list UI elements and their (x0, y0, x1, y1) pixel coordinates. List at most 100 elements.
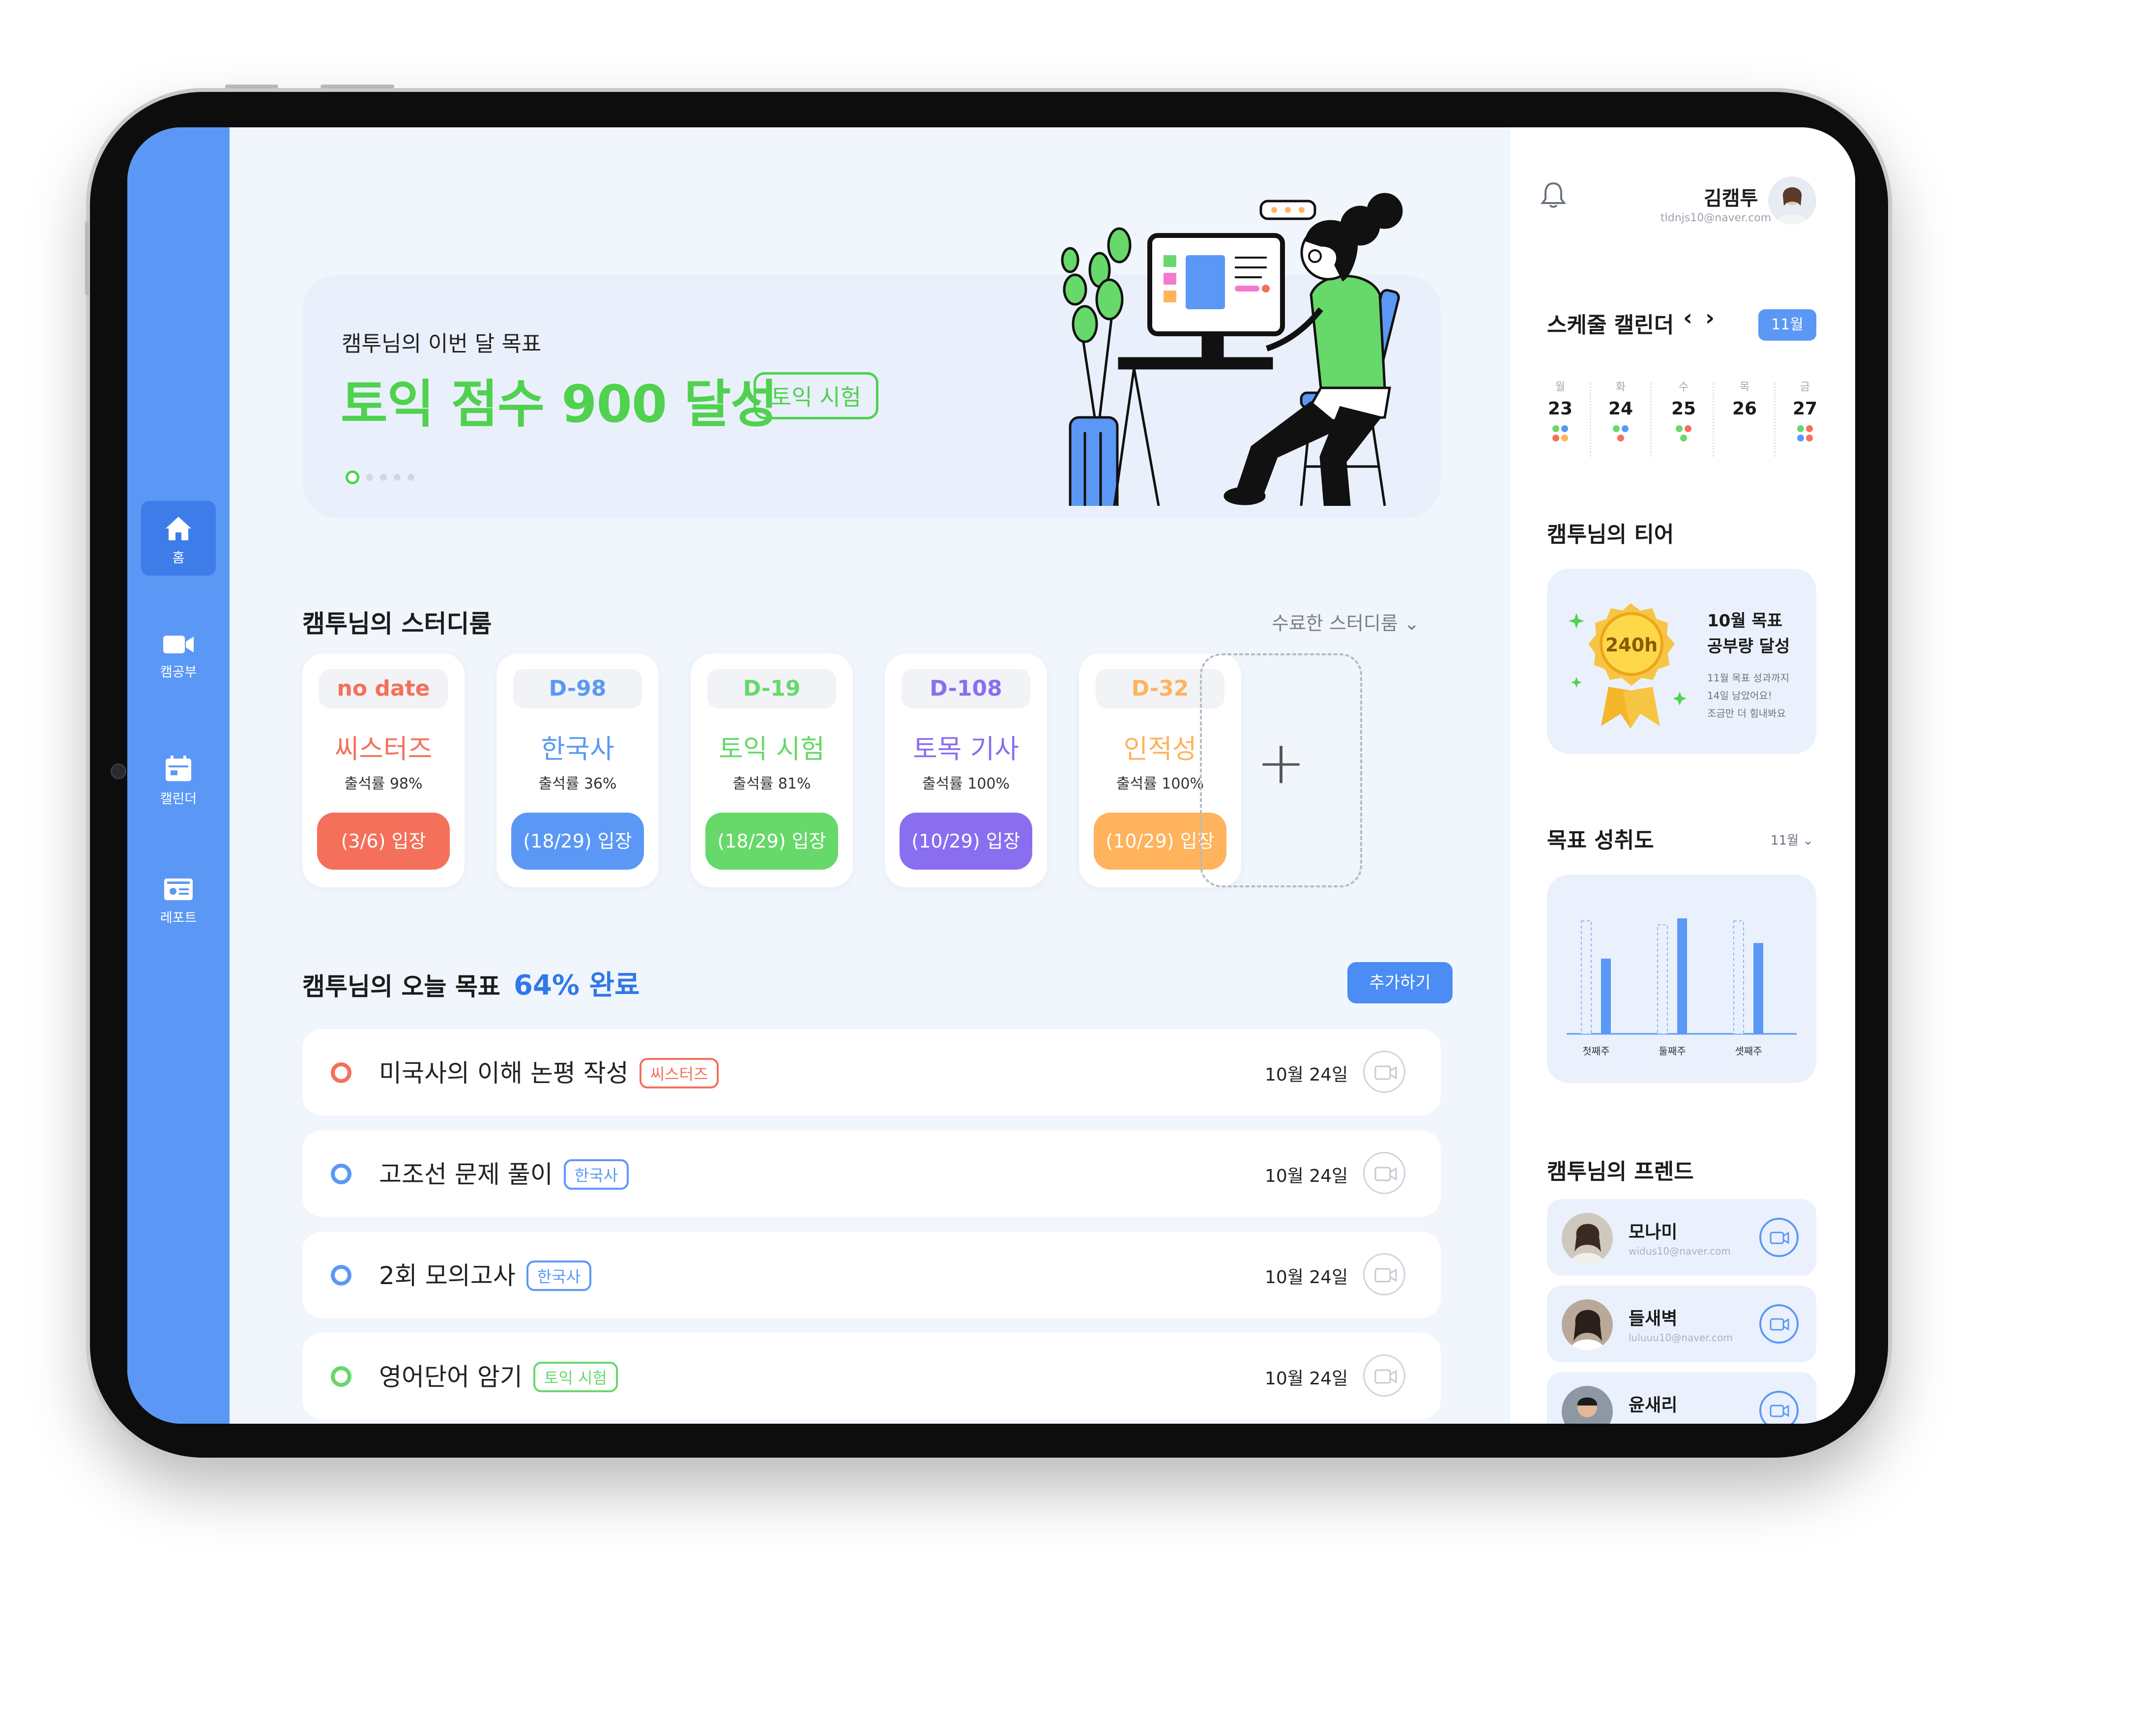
user-name: 김캠투 (1704, 187, 1758, 210)
friends-title: 캠투님의 프렌드 (1547, 1159, 1694, 1184)
day-number: 24 (1608, 399, 1633, 419)
friend-item[interactable]: 윤새리 (1547, 1372, 1816, 1424)
dday-badge: no date (319, 669, 448, 708)
chevron-right-icon[interactable]: › (1705, 304, 1715, 331)
calendar-day[interactable]: 월 23 (1541, 378, 1580, 443)
completed-studyroom-link[interactable]: 수료한 스터디룸 ⌄ (1272, 608, 1420, 635)
today-goal-title: 캠투님의 오늘 목표 (302, 972, 500, 1001)
join-video-button[interactable] (1363, 1152, 1405, 1194)
studyroom-card[interactable]: D-19 토익 시험 출석률 81% (18/29) 입장 (691, 653, 853, 887)
friend-video-call-button[interactable] (1759, 1304, 1799, 1344)
user-avatar[interactable] (1768, 176, 1816, 225)
todo-item[interactable]: 고조선 문제 풀이 한국사 10월 24일 (302, 1130, 1441, 1217)
sidebar-item-cam-study[interactable]: 캠공부 (141, 619, 216, 694)
add-studyroom-button[interactable]: + (1200, 653, 1362, 887)
calendar-day[interactable]: 금 27 (1785, 378, 1825, 443)
tier-line2: 공부량 달성 (1707, 637, 1790, 656)
join-video-button[interactable] (1363, 1354, 1405, 1397)
achievement-title: 목표 성취도 (1547, 828, 1654, 853)
todo-tag: 한국사 (563, 1159, 629, 1190)
calendar-month-chip[interactable]: 11월 (1758, 309, 1816, 341)
todo-date: 10월 24일 (1265, 1267, 1348, 1288)
person-icon (1577, 1397, 1598, 1417)
sidebar-item-label: 캘린더 (160, 791, 197, 807)
calendar-day[interactable]: 수 25 (1664, 378, 1703, 443)
todo-date: 10월 24일 (1265, 1166, 1348, 1186)
calendar-icon (166, 756, 191, 781)
bar-achieved (1753, 943, 1763, 1034)
sidebar-item-home[interactable]: 홈 (141, 501, 216, 576)
friend-avatar (1562, 1213, 1613, 1264)
todo-text: 영어단어 암기 (379, 1363, 523, 1391)
friend-item[interactable]: 들새벽 luluuu10@naver.com (1547, 1286, 1816, 1362)
day-number: 23 (1547, 399, 1573, 419)
studyroom-card[interactable]: D-108 토목 기사 출석률 100% (10/29) 입장 (885, 653, 1047, 887)
carousel-dot[interactable] (394, 474, 401, 481)
goal-title: 토익 점수 900 달성 (341, 374, 778, 434)
studyroom-name: 한국사 (541, 733, 614, 764)
todo-checkbox[interactable] (331, 1265, 351, 1286)
achievement-month-select[interactable]: 11월 ⌄ (1771, 830, 1813, 849)
video-camera-icon (1770, 1231, 1789, 1244)
weekday-label: 목 (1739, 381, 1750, 393)
studyroom-name: 씨스터즈 (334, 733, 433, 764)
carousel-dots[interactable] (346, 470, 421, 484)
chevron-left-icon[interactable]: ‹ (1683, 304, 1692, 331)
join-video-button[interactable] (1363, 1253, 1405, 1295)
friend-item[interactable]: 모나미 widus10@naver.com (1547, 1199, 1816, 1276)
dday-badge: D-98 (513, 669, 642, 708)
bar-achieved (1601, 958, 1611, 1034)
todo-tag: 씨스터즈 (639, 1057, 719, 1088)
studyroom-card[interactable]: no date 씨스터즈 출석률 98% (3/6) 입장 (302, 653, 465, 887)
attendance-rate: 출석률 98% (344, 775, 423, 792)
sidebar-item-calendar[interactable]: 캘린더 (141, 741, 216, 816)
carousel-dot[interactable] (408, 474, 414, 481)
enter-studyroom-button[interactable]: (18/29) 입장 (705, 813, 838, 870)
tier-title: 캠투님의 티어 (1547, 522, 1674, 547)
sidebar-item-report[interactable]: 레포트 (141, 863, 216, 938)
day-number: 27 (1792, 399, 1818, 419)
todo-item[interactable]: 영어단어 암기 토익 시험 10월 24일 (302, 1333, 1441, 1419)
calendar-day[interactable]: 화 24 (1601, 378, 1640, 443)
friend-email: luluuu10@naver.com (1629, 1332, 1733, 1344)
person-icon (1570, 1224, 1605, 1264)
todo-checkbox[interactable] (331, 1164, 351, 1184)
sidebar-item-label: 캠공부 (160, 665, 197, 680)
carousel-dot[interactable] (346, 470, 359, 484)
bar-achieved (1677, 918, 1687, 1034)
bell-icon[interactable] (1541, 180, 1566, 209)
todo-item[interactable]: 미국사의 이해 논평 작성 씨스터즈 10월 24일 (302, 1029, 1441, 1115)
friend-video-call-button[interactable] (1759, 1218, 1799, 1257)
tier-line1: 10월 목표 (1707, 611, 1782, 631)
todo-item[interactable]: 2회 모의고사 한국사 10월 24일 (302, 1231, 1441, 1318)
day-number: 25 (1671, 399, 1696, 419)
todo-text: 2회 모의고사 (379, 1261, 516, 1290)
add-goal-button[interactable]: 추가하기 (1347, 962, 1453, 1003)
studyroom-card[interactable]: D-98 한국사 출석률 36% (18/29) 입장 (496, 653, 659, 887)
todo-checkbox[interactable] (331, 1062, 351, 1083)
goal-tag: 토익 시험 (754, 372, 878, 419)
sidebar: 홈 캠공부 캘린더 레포트 (127, 127, 230, 1424)
video-camera-icon (163, 636, 194, 653)
dday-badge: D-108 (902, 669, 1030, 708)
achievement-chart-card: 첫째주 둘째주 셋째주 (1547, 875, 1816, 1083)
carousel-dot[interactable] (366, 474, 373, 481)
todo-tag: 토익 시험 (533, 1361, 618, 1392)
home-icon (166, 517, 191, 540)
calendar-title: 스케줄 캘린더 (1547, 313, 1674, 338)
carousel-dot[interactable] (380, 474, 387, 481)
join-video-button[interactable] (1363, 1051, 1405, 1093)
friend-video-call-button[interactable] (1759, 1391, 1799, 1424)
tier-medal-icon: 240h (1569, 603, 1687, 729)
power-button (85, 221, 89, 295)
person-icon (1776, 187, 1808, 225)
enter-studyroom-button[interactable]: (3/6) 입장 (317, 813, 450, 870)
event-dots (1664, 425, 1703, 443)
enter-studyroom-button[interactable]: (10/29) 입장 (900, 813, 1032, 870)
calendar-day[interactable]: 목 26 (1725, 378, 1764, 419)
enter-studyroom-button[interactable]: (18/29) 입장 (511, 813, 644, 870)
chevron-down-icon: ⌄ (1803, 833, 1814, 848)
video-camera-icon (1770, 1405, 1789, 1417)
front-camera (111, 763, 126, 779)
todo-checkbox[interactable] (331, 1366, 351, 1387)
